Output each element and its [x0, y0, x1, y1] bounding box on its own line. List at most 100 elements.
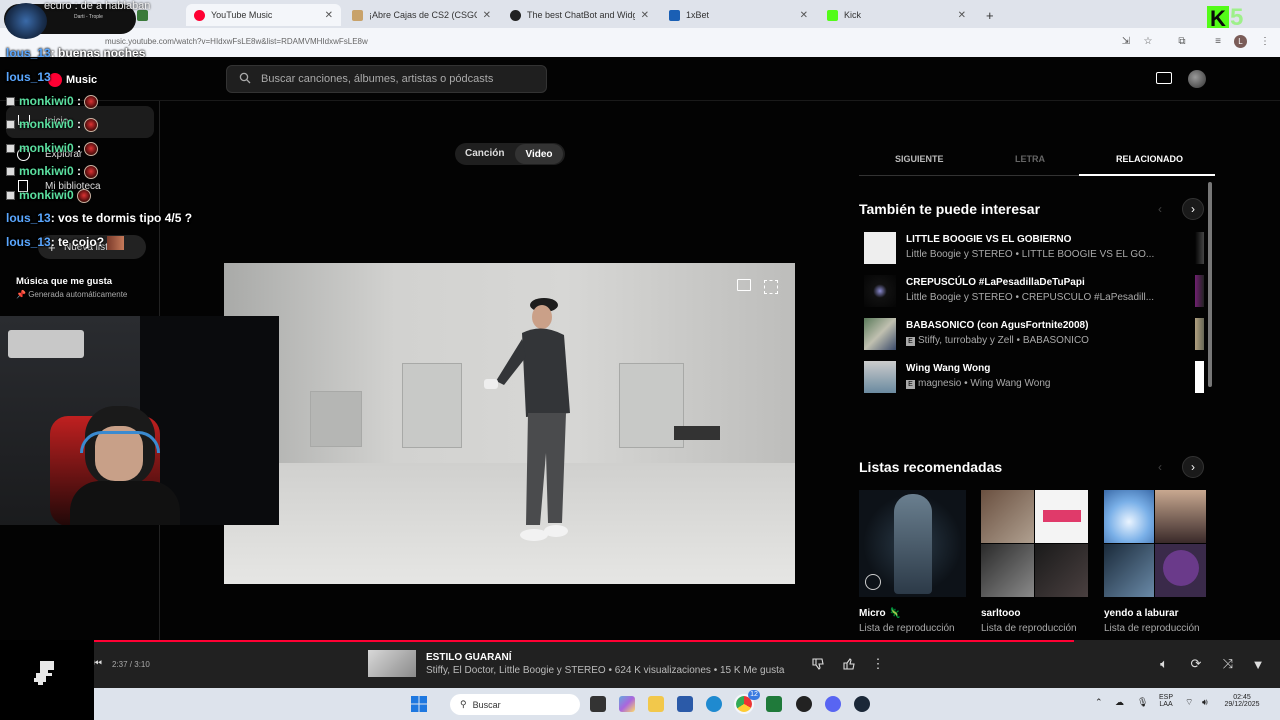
- repeat-icon[interactable]: ⟳: [1188, 656, 1204, 672]
- miniplayer-icon[interactable]: [737, 279, 751, 291]
- reading-list-icon[interactable]: ≡: [1212, 35, 1224, 47]
- language-code: ESP: [1159, 694, 1174, 701]
- more-options-icon[interactable]: ⋮: [870, 656, 886, 672]
- streamer-shirt: [70, 481, 180, 525]
- copilot-icon[interactable]: [619, 696, 635, 712]
- tab-up-next[interactable]: SIGUIENTE: [895, 154, 944, 164]
- windows-start-icon[interactable]: [411, 696, 427, 712]
- liked-music-subtitle: 📌 Generada automáticamente: [16, 290, 127, 299]
- obs-icon[interactable]: [796, 696, 812, 712]
- wall-panel: [402, 363, 462, 448]
- close-icon[interactable]: ✕: [325, 10, 333, 21]
- liked-subtitle-text: Generada automáticamente: [28, 290, 128, 299]
- now-playing-subtitle[interactable]: Stiffy, El Doctor, Little Boogie y STERE…: [426, 665, 784, 676]
- close-icon[interactable]: ✕: [958, 10, 966, 21]
- close-icon[interactable]: ✕: [800, 10, 808, 21]
- shuffle-icon[interactable]: ⤨: [1220, 656, 1236, 672]
- close-icon[interactable]: ✕: [483, 10, 491, 21]
- wall-panel: [310, 391, 362, 447]
- like-icon[interactable]: [841, 656, 857, 672]
- tab-youtube-music[interactable]: YouTube Music ✕: [186, 4, 341, 26]
- wifi-icon[interactable]: ⌔: [1185, 697, 1193, 708]
- list-item[interactable]: CREPUSCÚLO #LaPesadillaDeTuPapi Little B…: [864, 275, 1204, 309]
- related-section-title: También te puede interesar: [859, 201, 1041, 217]
- fullscreen-icon[interactable]: [764, 280, 778, 294]
- search-icon: [239, 72, 251, 87]
- wall-sign: [674, 426, 720, 440]
- list-item[interactable]: LITTLE BOOGIE VS EL GOBIERNO Little Boog…: [864, 232, 1204, 266]
- mosaic-tile: [1035, 544, 1088, 597]
- tab-related[interactable]: RELACIONADO: [1116, 154, 1183, 164]
- steam-icon[interactable]: [854, 696, 870, 712]
- chat-text: :: [73, 141, 82, 155]
- tab-cs2-cases[interactable]: ¡Abre Cajas de CS2 (CSGO), Ga ✕: [344, 4, 499, 26]
- language-indicator[interactable]: ESP LAA: [1159, 694, 1173, 708]
- tab-kick[interactable]: Kick ✕: [819, 4, 974, 26]
- file-explorer-icon[interactable]: [648, 696, 664, 712]
- close-icon[interactable]: ✕: [641, 10, 649, 21]
- chat-message: lous_13: buenas noches: [6, 46, 145, 60]
- discord-icon[interactable]: [825, 696, 841, 712]
- expand-player-icon[interactable]: ▼: [1250, 656, 1266, 672]
- tab-chatbot-widgets[interactable]: The best ChatBot and Widgets ✕: [502, 4, 657, 26]
- install-app-icon[interactable]: ⇲: [1120, 35, 1132, 47]
- track-subtitle: Emagnesio • Wing Wang Wong: [906, 378, 1050, 389]
- related-prev-button[interactable]: ‹: [1149, 198, 1171, 220]
- excel-icon[interactable]: [766, 696, 782, 712]
- microphone-icon[interactable]: 🎙︎: [1137, 697, 1148, 708]
- toggle-video[interactable]: Video: [515, 144, 563, 164]
- store-icon[interactable]: [677, 696, 693, 712]
- progress-bar[interactable]: [94, 640, 1074, 642]
- toggle-song[interactable]: Canción: [465, 148, 504, 159]
- playlists-next-button[interactable]: ›: [1182, 456, 1204, 478]
- video-player[interactable]: [224, 263, 795, 584]
- extensions-icon[interactable]: ⧉: [1176, 35, 1188, 47]
- search-input[interactable]: Buscar canciones, álbumes, artistas o pó…: [226, 65, 547, 93]
- keyboard-region: LAA: [1159, 701, 1173, 708]
- chat-text: :: [73, 117, 82, 131]
- related-next-button[interactable]: ›: [1182, 198, 1204, 220]
- profile-avatar[interactable]: L: [1234, 35, 1247, 48]
- tab-lyrics[interactable]: LETRA: [1015, 154, 1045, 164]
- mosaic-tile: [1104, 544, 1154, 597]
- chat-badge-icon: [6, 97, 15, 107]
- new-tab-button[interactable]: +: [978, 4, 998, 26]
- chat-username: lous_13: [6, 235, 51, 249]
- volume-icon[interactable]: 🔈︎: [1156, 656, 1172, 672]
- chat-message: monkiwi0 :: [6, 141, 99, 156]
- tab-label: YouTube Music: [211, 10, 273, 20]
- list-item[interactable]: Wing Wang Wong Emagnesio • Wing Wang Won…: [864, 361, 1204, 395]
- mosaic-badge: [1163, 550, 1199, 586]
- task-view-icon[interactable]: [590, 696, 606, 712]
- chat-message: monkiwi0 :: [6, 164, 99, 179]
- ytm-logo-text[interactable]: Music: [66, 74, 97, 86]
- chat-message: monkiwi0 :: [6, 117, 99, 132]
- clock[interactable]: 02:45 29/12/2025: [1222, 694, 1262, 708]
- playlist-art: [1104, 490, 1206, 597]
- browser-menu-icon[interactable]: ⋮: [1259, 35, 1271, 47]
- explicit-icon: E: [906, 337, 915, 346]
- bookmark-star-icon[interactable]: ☆: [1142, 35, 1154, 47]
- tray-overflow-icon[interactable]: ⌃: [1095, 697, 1103, 708]
- playlists-prev-button[interactable]: ‹: [1149, 456, 1171, 478]
- speaker-icon[interactable]: 🔊︎: [1202, 697, 1208, 708]
- previous-track-icon[interactable]: ⏮︎: [93, 658, 102, 669]
- now-playing-title[interactable]: ESTILO GUARANÍ: [426, 652, 512, 663]
- network-icon[interactable]: ☁: [1115, 697, 1124, 708]
- mosaic-tile: [981, 544, 1034, 597]
- account-avatar[interactable]: [1188, 70, 1206, 88]
- chat-badge-icon: [6, 167, 15, 177]
- related-scrollbar[interactable]: [1208, 182, 1212, 387]
- taskbar-search[interactable]: ⚲ Buscar: [450, 694, 580, 715]
- list-item[interactable]: BABASONICO (con AgusFortnite2008) E Stiff…: [864, 318, 1204, 352]
- cast-icon[interactable]: [1156, 72, 1172, 84]
- dislike-icon[interactable]: [810, 656, 826, 672]
- edge-icon[interactable]: [706, 696, 722, 712]
- now-playing-thumbnail[interactable]: [368, 650, 416, 677]
- url-text[interactable]: music.youtube.com/watch?v=HIdxwFsLE8w&li…: [105, 37, 368, 46]
- chat-username: lous_13: [6, 70, 51, 84]
- tab-1xbet[interactable]: 1xBet ✕: [661, 4, 816, 26]
- liked-music-title[interactable]: Música que me gusta: [16, 276, 112, 287]
- chat-badge-icon: [6, 144, 15, 154]
- dino-icon: [34, 661, 54, 685]
